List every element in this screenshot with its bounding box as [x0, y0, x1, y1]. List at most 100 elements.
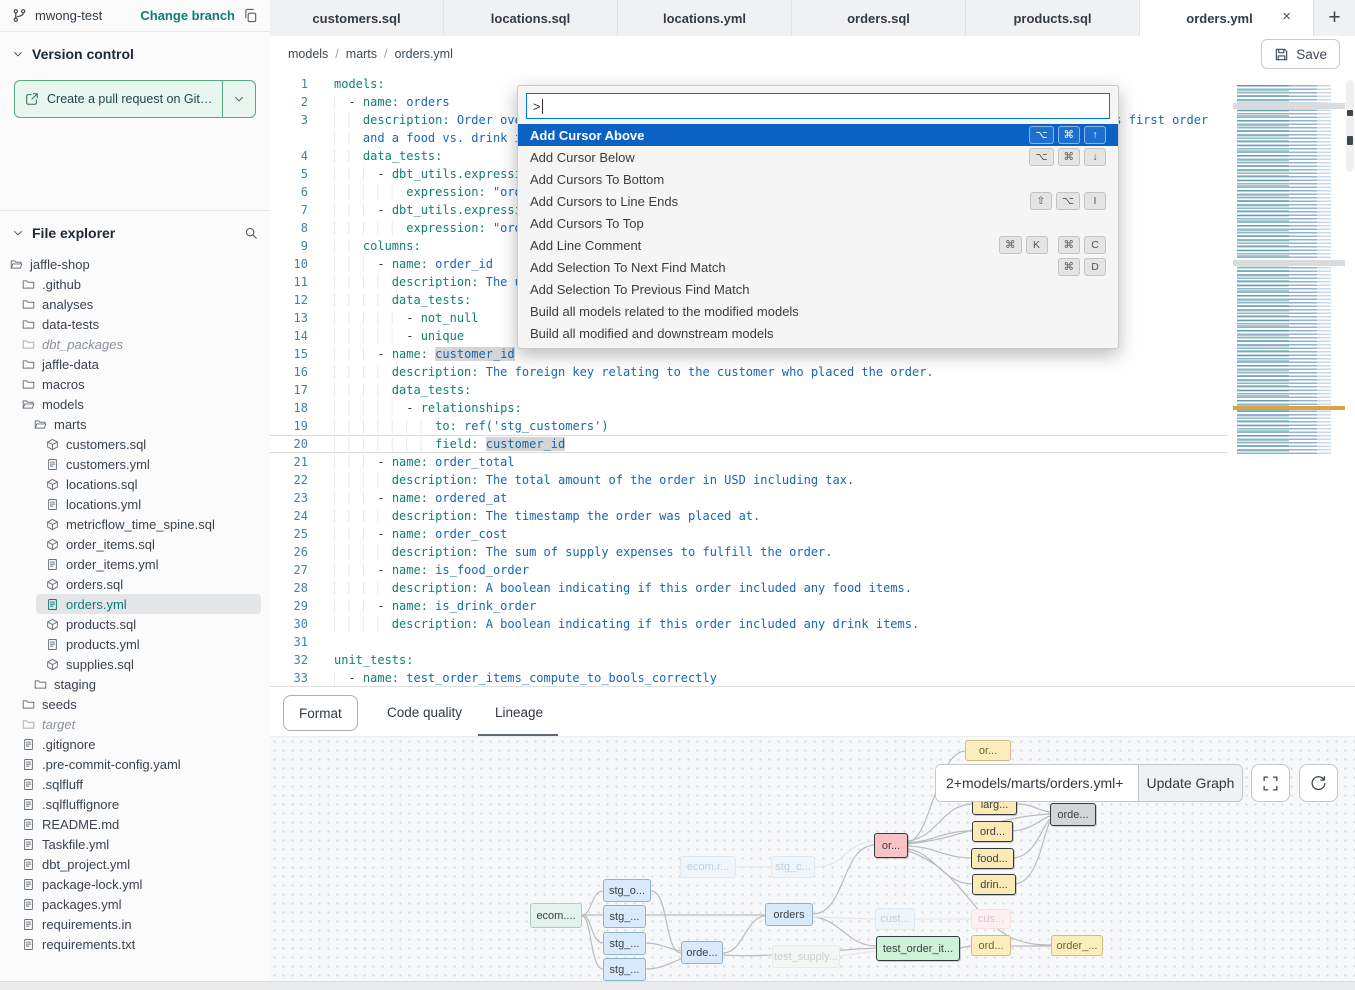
folder-macros[interactable]: macros [0, 374, 269, 394]
lineage-node-10[interactable]: test_order_it... [876, 936, 960, 961]
file-.sqlfluff[interactable]: .sqlfluff [0, 774, 269, 794]
folder-seeds[interactable]: seeds [0, 694, 269, 714]
palette-item[interactable]: Add Selection To Previous Find Match [518, 278, 1118, 300]
code-line[interactable]: 32unit_tests: [270, 651, 1228, 669]
create-pr-split-button[interactable]: Create a pull request on Git… [14, 80, 256, 118]
folder-models[interactable]: models [0, 394, 269, 414]
lineage-node-5[interactable]: orde... [1050, 803, 1096, 826]
lineage-node-15[interactable]: test_supply... [772, 945, 840, 968]
lineage-canvas[interactable]: or...larg...ord...food...drin...orde...c… [270, 736, 1355, 982]
folder-.github[interactable]: .github [0, 274, 269, 294]
lineage-node-2[interactable]: ord... [972, 821, 1013, 842]
tab-customers.sql[interactable]: customers.sql [270, 0, 444, 36]
lineage-node-12[interactable]: cust... [875, 908, 915, 930]
code-line[interactable]: 27 - name: is_food_order [270, 561, 1228, 579]
version-control-header[interactable]: Version control [0, 32, 270, 72]
code-line[interactable]: 16 description: The foreign key relating… [270, 363, 1228, 381]
folder-data-tests[interactable]: data-tests [0, 314, 269, 334]
code-line[interactable]: 21 - name: order_total [270, 453, 1228, 471]
search-icon[interactable] [244, 226, 258, 240]
palette-item[interactable]: Add Selection To Next Find Match⌘D [518, 256, 1118, 278]
change-branch-link[interactable]: Change branch [140, 8, 235, 23]
lineage-node-8[interactable]: order_... [1051, 935, 1103, 956]
breadcrumb-marts[interactable]: marts [346, 47, 377, 61]
code-line[interactable]: 22 description: The total amount of the … [270, 471, 1228, 489]
file-supplies.sql[interactable]: supplies.sql [0, 654, 269, 674]
copy-icon[interactable] [243, 8, 258, 23]
code-line[interactable]: 18 - relationships: [270, 399, 1228, 417]
file-customers.yml[interactable]: customers.yml [0, 454, 269, 474]
folder-target[interactable]: target [0, 714, 269, 734]
code-line[interactable]: 33 - name: test_order_items_compute_to_b… [270, 669, 1228, 686]
palette-item[interactable]: Add Cursors to Line Ends⇧⌥I [518, 190, 1118, 212]
file-orders.sql[interactable]: orders.sql [0, 574, 269, 594]
update-graph-button[interactable]: Update Graph [1138, 765, 1242, 801]
breadcrumb-models[interactable]: models [288, 47, 328, 61]
lineage-node-6[interactable]: cus... [971, 909, 1011, 929]
file-customers.sql[interactable]: customers.sql [0, 434, 269, 454]
folder-marts[interactable]: marts [0, 414, 269, 434]
close-icon[interactable]: × [1282, 8, 1291, 25]
lineage-node-19[interactable]: stg_... [603, 932, 646, 955]
file-packages.yml[interactable]: packages.yml [0, 894, 269, 914]
folder-jaffle-shop[interactable]: jaffle-shop [0, 254, 269, 274]
lineage-node-21[interactable]: orde... [681, 941, 723, 964]
file-products.sql[interactable]: products.sql [0, 614, 269, 634]
code-line[interactable]: 24 description: The timestamp the order … [270, 507, 1228, 525]
code-line[interactable]: 28 description: A boolean indicating if … [270, 579, 1228, 597]
minimap[interactable] [1233, 85, 1345, 458]
palette-item[interactable]: Add Cursors To Bottom [518, 168, 1118, 190]
file-Taskfile.yml[interactable]: Taskfile.yml [0, 834, 269, 854]
tab-products.sql[interactable]: products.sql [966, 0, 1140, 36]
breadcrumb-file[interactable]: orders.yml [395, 47, 453, 61]
tab-locations.sql[interactable]: locations.sql [444, 0, 618, 36]
file-.sqlfluffignore[interactable]: .sqlfluffignore [0, 794, 269, 814]
lineage-node-11[interactable]: orders [765, 903, 813, 926]
lineage-search-input[interactable] [936, 765, 1138, 801]
tab-locations.yml[interactable]: locations.yml [618, 0, 792, 36]
file-requirements.in[interactable]: requirements.in [0, 914, 269, 934]
file-README.md[interactable]: README.md [0, 814, 269, 834]
tab-code-quality[interactable]: Code quality [387, 687, 462, 737]
file-orders.yml[interactable]: orders.yml [0, 594, 269, 614]
file-metricflow_time_spine.sql[interactable]: metricflow_time_spine.sql [0, 514, 269, 534]
code-line[interactable]: 31 [270, 633, 1228, 651]
editor-scrollbar[interactable] [1345, 72, 1355, 686]
folder-dbt_packages[interactable]: dbt_packages [0, 334, 269, 354]
lineage-node-14[interactable]: stg_c... [771, 856, 815, 878]
folder-analyses[interactable]: analyses [0, 294, 269, 314]
code-line[interactable]: 29 - name: is_drink_order [270, 597, 1228, 615]
code-line[interactable]: 20 field: customer_id [270, 435, 1228, 453]
code-line[interactable]: 26 description: The sum of supply expens… [270, 543, 1228, 561]
tab-orders.yml[interactable]: orders.yml× [1140, 0, 1314, 36]
new-tab-button[interactable]: + [1314, 0, 1355, 36]
file-explorer-header[interactable]: File explorer [0, 210, 270, 251]
file-locations.yml[interactable]: locations.yml [0, 494, 269, 514]
create-pr-dropdown[interactable] [223, 81, 255, 117]
lineage-node-3[interactable]: food... [971, 848, 1014, 869]
file-products.yml[interactable]: products.yml [0, 634, 269, 654]
lineage-node-16[interactable]: ecom.... [530, 903, 582, 928]
file-requirements.txt[interactable]: requirements.txt [0, 934, 269, 954]
lineage-node-18[interactable]: stg_... [603, 905, 646, 928]
code-line[interactable]: 25 - name: order_cost [270, 525, 1228, 543]
palette-item[interactable]: Build all models related to the modified… [518, 300, 1118, 322]
palette-item[interactable]: Add Cursor Below⌥⌘↓ [518, 146, 1118, 168]
palette-item[interactable]: Add Cursor Above⌥⌘↑ [518, 124, 1118, 146]
code-line[interactable]: 23 - name: ordered_at [270, 489, 1228, 507]
fullscreen-button[interactable] [1251, 764, 1290, 802]
refresh-button[interactable] [1299, 764, 1338, 802]
file-locations.sql[interactable]: locations.sql [0, 474, 269, 494]
file-dbt_project.yml[interactable]: dbt_project.yml [0, 854, 269, 874]
command-input[interactable]: > [526, 93, 1110, 119]
create-pr-button[interactable]: Create a pull request on Git… [15, 81, 223, 117]
lineage-node-4[interactable]: drin... [972, 874, 1016, 895]
code-line[interactable]: 19 to: ref('stg_customers') [270, 417, 1228, 435]
file-order_items.sql[interactable]: order_items.sql [0, 534, 269, 554]
lineage-node-9[interactable]: or... [874, 833, 908, 858]
file-order_items.yml[interactable]: order_items.yml [0, 554, 269, 574]
code-line[interactable]: 17 data_tests: [270, 381, 1228, 399]
lineage-node-17[interactable]: stg_o... [603, 879, 651, 902]
tab-orders.sql[interactable]: orders.sql [792, 0, 966, 36]
tab-lineage[interactable]: Lineage [495, 687, 543, 737]
